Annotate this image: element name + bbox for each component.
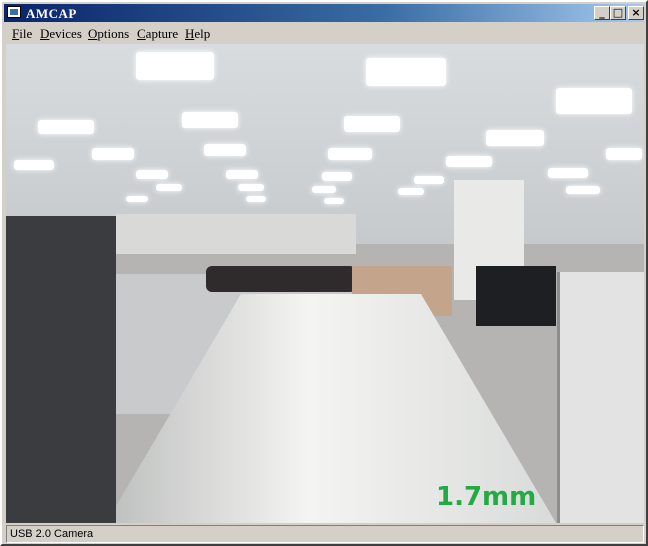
window-title: AMCAP [26,6,77,21]
maximize-button[interactable]: □ [610,6,626,20]
menu-help[interactable]: Help [185,26,210,42]
menu-bar: File Devices Options Capture Help [4,24,644,44]
menu-file[interactable]: File [12,26,32,42]
close-button[interactable]: × [628,6,644,20]
back-wall [116,214,356,254]
dark-bar [206,266,356,292]
app-icon[interactable] [7,6,21,18]
menu-options[interactable]: Options [88,26,129,42]
status-bar: USB 2.0 Camera [6,525,644,543]
minimize-button[interactable]: _ [594,6,610,20]
title-bar[interactable]: AMCAP _ □ × [4,4,644,22]
menu-capture[interactable]: Capture [137,26,178,42]
side-cabinet [557,272,644,523]
camera-preview: 1.7mm [6,44,644,523]
amcap-window: AMCAP _ □ × File Devices Options Capture… [0,0,648,546]
desk-monitor [476,266,556,326]
measurement-overlay: 1.7mm [436,482,537,512]
menu-devices[interactable]: Devices [40,26,82,42]
foreground-monitor [6,216,116,523]
